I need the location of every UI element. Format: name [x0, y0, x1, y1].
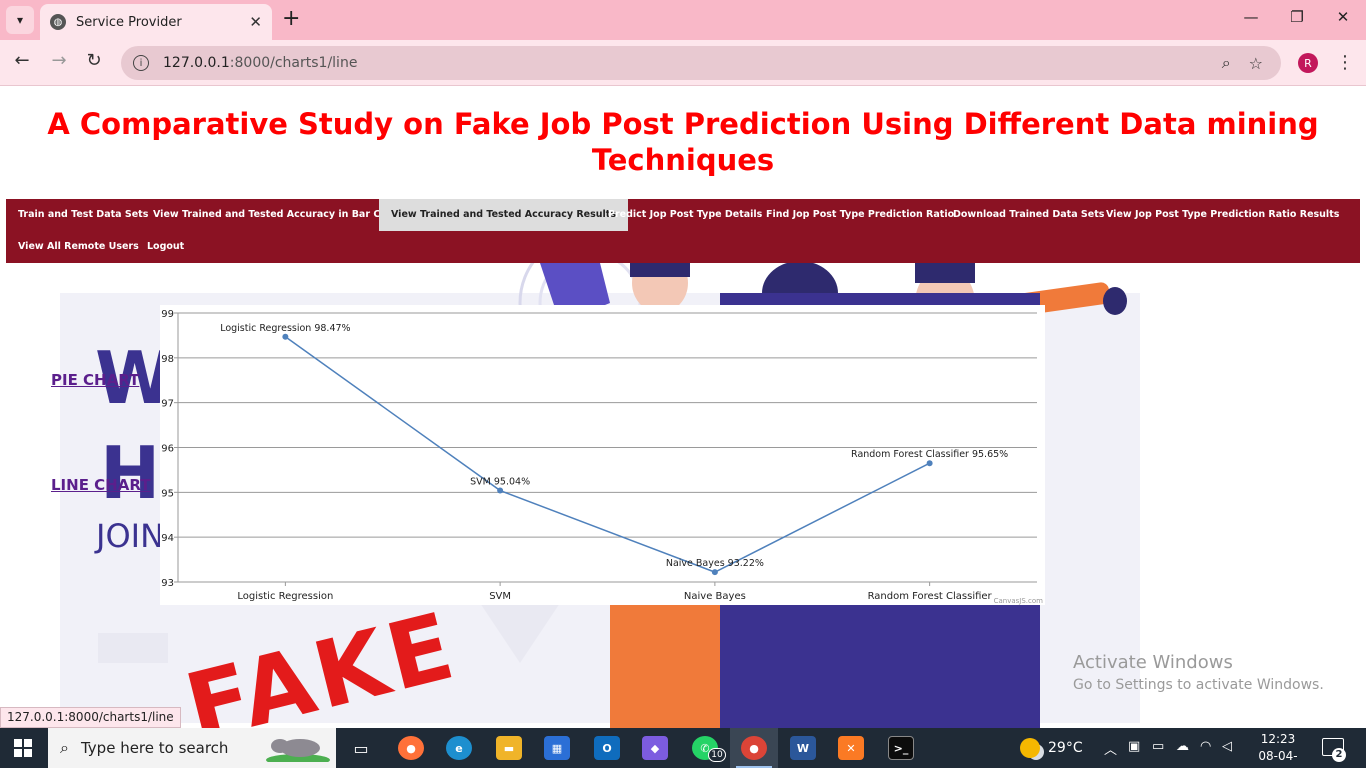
status-bar-url: 127.0.0.1:8000/charts1/line	[0, 707, 181, 728]
data-label: Random Forest Classifier 95.65%	[851, 449, 1008, 460]
close-tab-button[interactable]: ✕	[249, 13, 262, 31]
partly-sunny-icon	[1020, 738, 1040, 758]
close-window-button[interactable]: ✕	[1320, 8, 1366, 26]
tab-title: Service Provider	[76, 14, 182, 30]
battery-icon[interactable]: ▭	[1152, 739, 1164, 754]
back-button[interactable]: ←	[9, 50, 35, 71]
nav-remote-users[interactable]: View All Remote Users	[6, 231, 151, 263]
nav-prediction-ratio-results[interactable]: View Jop Post Type Prediction Ratio Resu…	[1094, 199, 1351, 231]
y-tick-label: 95	[161, 488, 174, 499]
browser-menu-icon[interactable]: ⋮	[1336, 52, 1354, 73]
search-placeholder: Type here to search	[80, 739, 229, 757]
data-label: Naive Bayes 93.22%	[666, 558, 764, 569]
clock-date: 08-04-2025	[1258, 749, 1298, 768]
x-tick-label: Logistic Regression	[237, 591, 333, 602]
activate-subtitle: Go to Settings to activate Windows.	[1073, 677, 1324, 693]
page-title: A Comparative Study on Fake Job Post Pre…	[47, 107, 1319, 177]
url-path: :8000/charts1/line	[229, 55, 358, 71]
store-icon[interactable]: ▦	[544, 736, 570, 760]
y-tick-label: 99	[161, 309, 174, 320]
edge-icon[interactable]: e	[446, 736, 472, 760]
y-tick-label: 94	[161, 533, 174, 544]
nav-train-test-data-sets[interactable]: Train and Test Data Sets	[6, 199, 160, 231]
browser-toolbar: ← → ↻ i 127.0.0.1:8000/charts1/line ⌕ ☆ …	[0, 40, 1366, 86]
weather-temp: 29°C	[1048, 740, 1083, 756]
chrome-icon[interactable]: ●	[741, 736, 767, 760]
url-host: 127.0.0.1	[163, 55, 230, 71]
chevron-up-icon[interactable]: ︿	[1104, 739, 1117, 758]
y-tick-label: 97	[161, 399, 174, 410]
copilot-icon[interactable]: ◆	[642, 736, 668, 760]
svg-text:H: H	[100, 431, 160, 515]
nav-accuracy-results[interactable]: View Trained and Tested Accuracy Results	[379, 199, 628, 231]
y-tick-label: 96	[161, 444, 174, 455]
data-label: Logistic Regression 98.47%	[220, 323, 350, 334]
activate-title: Activate Windows	[1073, 652, 1233, 673]
xampp-icon[interactable]: ✕	[838, 736, 864, 760]
main-nav: Train and Test Data Sets View Trained an…	[6, 199, 1360, 263]
data-point	[282, 333, 289, 340]
y-tick-label: 93	[161, 578, 174, 589]
terminal-icon[interactable]: >_	[888, 736, 914, 760]
data-label: SVM 95.04%	[470, 477, 530, 488]
taskbar-clock[interactable]: 12:23 08-04-2025	[1248, 731, 1308, 768]
url-text[interactable]: 127.0.0.1:8000/charts1/line	[163, 55, 1222, 71]
y-tick-label: 98	[161, 354, 174, 365]
taskbar-search[interactable]: ⌕ Type here to search	[48, 728, 336, 768]
nav-predict-job-post[interactable]: Predict Jop Post Type Details	[596, 199, 774, 231]
data-point	[926, 460, 933, 467]
globe-icon: ◍	[50, 14, 66, 30]
firefox-icon[interactable]: ●	[398, 736, 424, 760]
x-tick-label: Random Forest Classifier	[868, 591, 993, 602]
nav-logout[interactable]: Logout	[135, 231, 196, 263]
x-tick-label: SVM	[489, 591, 511, 602]
hippo-illustration-icon	[266, 739, 330, 762]
meet-now-icon[interactable]: ▣	[1128, 739, 1140, 754]
reload-button[interactable]: ↻	[81, 50, 107, 71]
word-icon[interactable]: W	[790, 736, 816, 760]
chevron-down-icon: ▾	[16, 13, 24, 27]
site-info-icon[interactable]: i	[133, 55, 149, 71]
bookmark-star-icon[interactable]: ☆	[1249, 54, 1263, 73]
data-point	[497, 487, 504, 494]
search-icon: ⌕	[60, 738, 69, 757]
outlook-icon[interactable]: O	[594, 736, 620, 760]
file-explorer-icon[interactable]: ▬	[496, 736, 522, 760]
restore-button[interactable]: ❐	[1274, 8, 1320, 26]
wifi-icon[interactable]: ◠	[1200, 739, 1211, 754]
nav-prediction-ratio[interactable]: Find Jop Post Type Prediction Ratio	[754, 199, 966, 231]
clock-time: 12:23	[1260, 732, 1296, 746]
windows-taskbar: ⌕ Type here to search ▭ ● e ▬ ▦ O ◆ ✆ 10…	[0, 728, 1366, 768]
volume-icon[interactable]: ◁	[1222, 739, 1232, 754]
x-tick-label: Naive Bayes	[684, 591, 746, 602]
windows-start-button[interactable]	[14, 739, 32, 757]
minimize-button[interactable]: —	[1228, 8, 1274, 26]
activate-windows-watermark: Activate Windows Go to Settings to activ…	[1073, 652, 1324, 693]
pie-chart-link[interactable]: PIE CHART	[51, 371, 139, 389]
zoom-icon[interactable]: ⌕	[1222, 53, 1231, 73]
notification-count: 2	[1332, 748, 1346, 762]
nav-download-data-sets[interactable]: Download Trained Data Sets	[941, 199, 1116, 231]
bg-join-text: JOIN	[94, 517, 164, 555]
forward-button[interactable]: →	[46, 50, 72, 71]
accuracy-line-chart: 93 94 95 96 97 98 99 Logistic Regression SVM Naiv…	[160, 305, 1045, 605]
nav-accuracy-bar-chart[interactable]: View Trained and Tested Accuracy in Bar …	[141, 199, 415, 231]
address-bar[interactable]: i 127.0.0.1:8000/charts1/line ⌕ ☆	[121, 46, 1281, 80]
new-tab-button[interactable]: +	[282, 8, 300, 30]
profile-avatar[interactable]: R	[1298, 53, 1318, 73]
line-chart-link[interactable]: LINE CHART	[51, 476, 150, 494]
line-chart-svg: 93 94 95 96 97 98 99 Logistic Regression SVM Naiv…	[161, 309, 1037, 602]
browser-tab-strip: ▾ ◍ Service Provider ✕ + — ❐ ✕	[0, 0, 1366, 40]
data-point	[711, 569, 718, 576]
cloud-icon[interactable]: ☁	[1176, 739, 1189, 754]
chart-credit[interactable]: CanvasJS.com	[994, 597, 1043, 605]
whatsapp-badge: 10	[708, 748, 726, 762]
task-view-icon[interactable]: ▭	[348, 736, 374, 760]
tab-search-button[interactable]: ▾	[6, 6, 34, 34]
browser-tab[interactable]: ◍ Service Provider ✕	[40, 4, 272, 40]
weather-widget[interactable]: 29°C	[1020, 738, 1083, 758]
